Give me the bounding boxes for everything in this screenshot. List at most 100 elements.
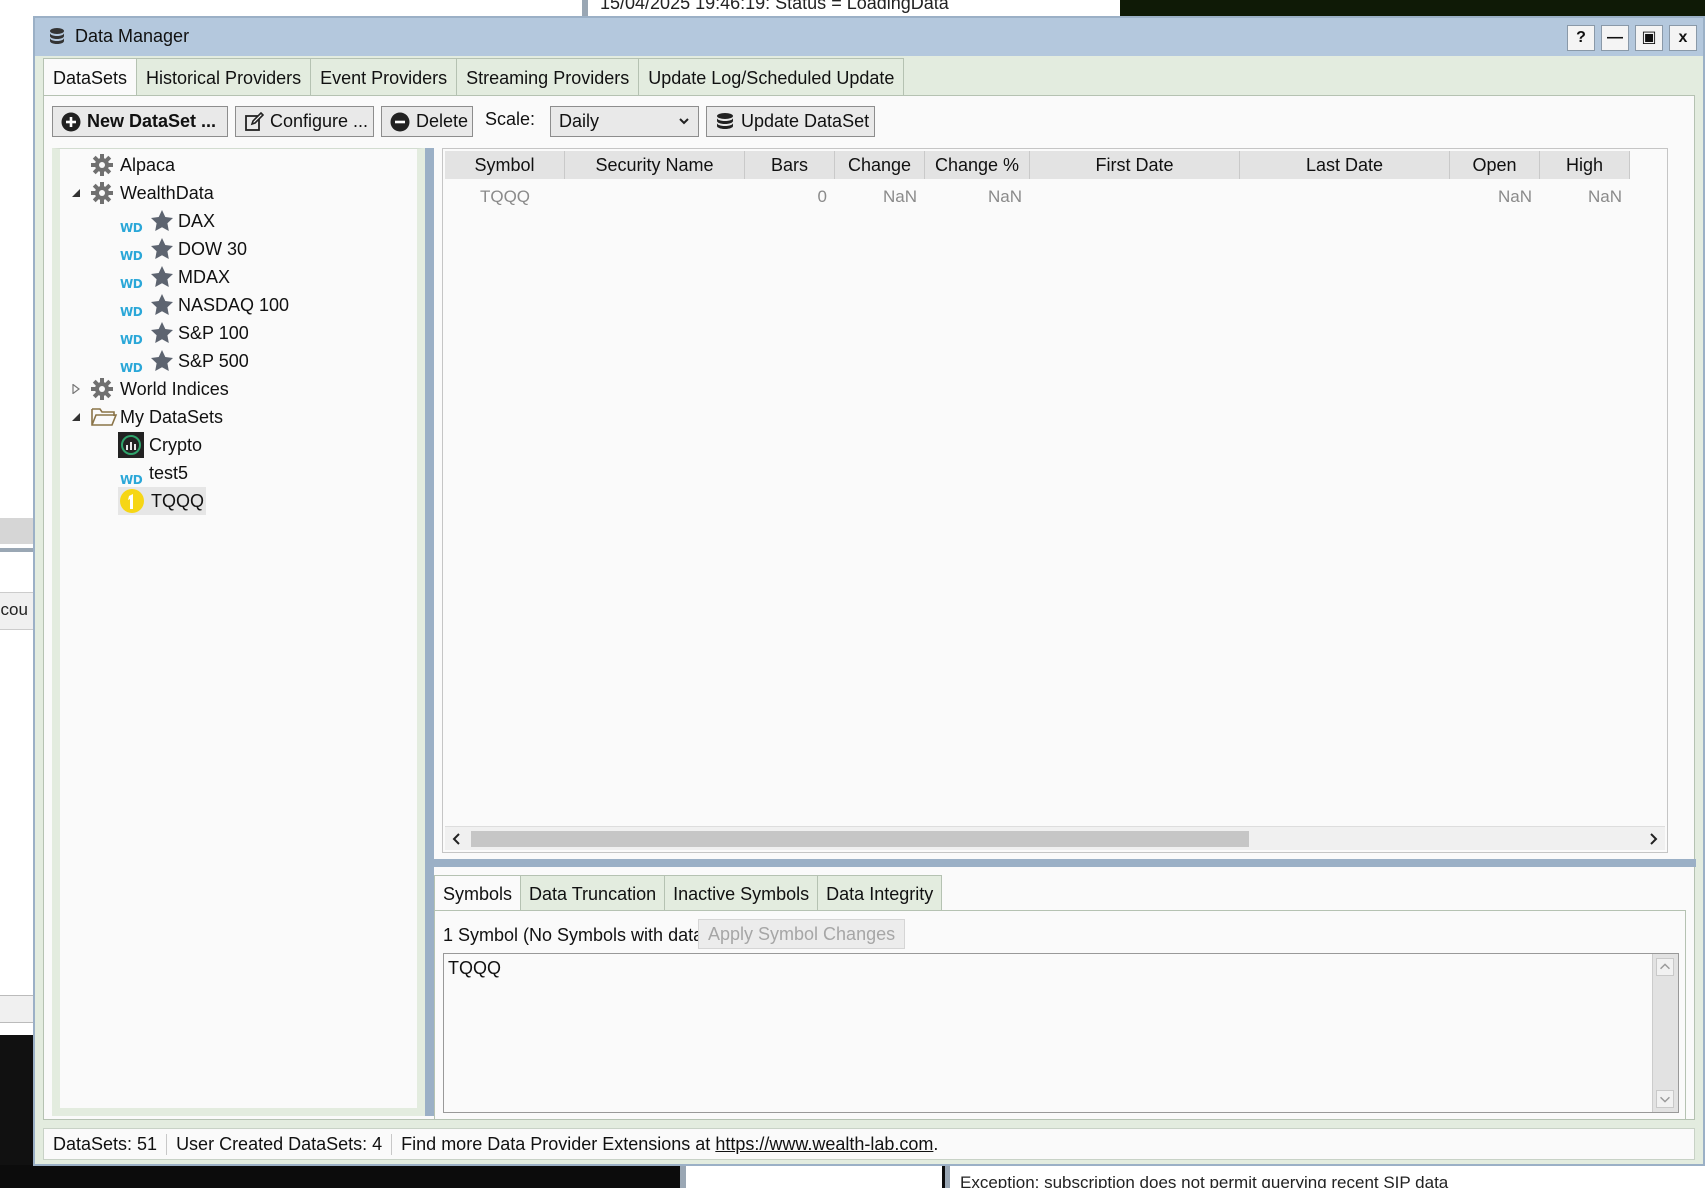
tab-historical-providers[interactable]: Historical Providers (136, 58, 312, 96)
column-header-high[interactable]: High (1540, 151, 1630, 179)
symbols-textarea[interactable]: TQQQ (443, 953, 1679, 1113)
tree-item-label: Alpaca (120, 155, 176, 175)
scroll-left-icon[interactable] (449, 831, 465, 847)
column-header-security-name[interactable]: Security Name (565, 151, 745, 179)
background-left-text: ccou (0, 600, 28, 619)
plus-circle-icon (61, 112, 81, 132)
tab-data-integrity[interactable]: Data Integrity (817, 875, 943, 911)
gear-icon (91, 182, 113, 204)
tree-item-tqqq[interactable]: TQQQ (60, 487, 417, 515)
tree-item-dow-30[interactable]: WD DOW 30 (60, 235, 417, 263)
cell-symbol: TQQQ (479, 187, 531, 206)
tree-item-my-datasets[interactable]: My DataSets (60, 403, 417, 431)
horizontal-splitter[interactable] (434, 859, 1696, 867)
scale-select[interactable]: Daily (550, 106, 699, 137)
delete-button[interactable]: Delete (381, 106, 473, 137)
title-bar[interactable]: Data Manager ? — ▣ x (35, 18, 1703, 56)
vertical-scrollbar[interactable] (1652, 954, 1678, 1112)
tree-item-label: My DataSets (120, 407, 224, 427)
column-header-change[interactable]: Change (835, 151, 925, 179)
background-error-text: Exception: subscription does not permit … (960, 1173, 1449, 1188)
datasets-content: New DataSet ... Configure ... Delete Sca… (43, 95, 1696, 1120)
tab-event-providers[interactable]: Event Providers (310, 58, 458, 96)
delete-label: Delete (416, 111, 469, 131)
symbol-count: 1 Symbol (No Symbols with data) (443, 925, 710, 945)
dataset-tree[interactable]: Alpaca WealthData WD DAX WD DOW 30 WD MD… (52, 148, 425, 1116)
tree-item-crypto[interactable]: Crypto (60, 431, 417, 459)
star-icon (151, 210, 173, 231)
tab-data-truncation[interactable]: Data Truncation (520, 875, 666, 911)
tree-item-world-indices[interactable]: World Indices (60, 375, 417, 403)
cell-security-name (565, 183, 745, 211)
cell-first-date (1030, 183, 1240, 211)
scroll-down-icon[interactable] (1656, 1090, 1674, 1108)
column-header-open[interactable]: Open (1450, 151, 1540, 179)
tree-item-sp-500[interactable]: WD S&P 500 (60, 347, 417, 375)
update-dataset-button[interactable]: Update DataSet (706, 106, 875, 137)
expanded-arrow-icon[interactable] (71, 412, 81, 422)
crypto-icon (118, 432, 144, 458)
star-icon (151, 266, 173, 287)
scale-label: Scale: (485, 109, 536, 129)
column-header-last-date[interactable]: Last Date (1240, 151, 1450, 179)
table-row[interactable]: TQQQ 0 NaN NaN NaN NaN (445, 183, 1630, 211)
tree-item-dax[interactable]: WD DAX (60, 207, 417, 235)
background-error-window: Exception: subscription does not permit … (945, 1165, 1705, 1188)
folder-open-icon (91, 408, 118, 426)
tree-item-label: WealthData (120, 183, 214, 203)
main-tabs: DataSets Historical Providers Event Prov… (43, 58, 905, 98)
scroll-right-icon[interactable] (1645, 831, 1661, 847)
minus-circle-icon (390, 112, 410, 132)
database-icon (717, 113, 733, 129)
close-button[interactable]: x (1669, 25, 1697, 51)
configure-label: Configure ... (270, 111, 369, 131)
tree-item-label: S&P 500 (178, 351, 249, 371)
tree-item-test5[interactable]: WD test5 (60, 459, 417, 487)
tree-item-label: Crypto (149, 435, 203, 455)
data-manager-window: Data Manager ? — ▣ x DataSets Historical… (33, 16, 1705, 1166)
tree-item-mdax[interactable]: WD MDAX (60, 263, 417, 291)
tree-item-nasdaq-100[interactable]: WD NASDAQ 100 (60, 291, 417, 319)
tab-inactive-symbols[interactable]: Inactive Symbols (664, 875, 819, 911)
gear-icon (91, 378, 113, 400)
tree-item-label: DOW 30 (178, 239, 248, 259)
horizontal-scrollbar[interactable] (445, 826, 1665, 850)
tab-update-log[interactable]: Update Log/Scheduled Update (638, 58, 905, 96)
wealth-lab-link[interactable]: https://www.wealth-lab.com (715, 1134, 933, 1154)
collapsed-arrow-icon[interactable] (71, 384, 81, 394)
scrollbar-thumb[interactable] (471, 831, 1249, 847)
tree-item-alpaca[interactable]: Alpaca (60, 151, 417, 179)
star-icon (151, 238, 173, 259)
scroll-up-icon[interactable] (1656, 958, 1674, 976)
cell-change: NaN (882, 187, 917, 206)
tree-item-sp-100[interactable]: WD S&P 100 (60, 319, 417, 347)
sub-tabs: Symbols Data Truncation Inactive Symbols… (434, 875, 943, 911)
background-log-text: 15/04/2025 19:46:19: Status = LoadingDat… (600, 0, 949, 13)
tab-datasets[interactable]: DataSets (43, 58, 138, 98)
tab-streaming-providers[interactable]: Streaming Providers (456, 58, 640, 96)
find-more-text: Find more Data Provider Extensions at ht… (401, 1133, 939, 1154)
column-header-symbol[interactable]: Symbol (445, 151, 565, 179)
apply-symbol-changes-button[interactable]: Apply Symbol Changes (698, 919, 906, 949)
help-button[interactable]: ? (1567, 25, 1595, 51)
configure-button[interactable]: Configure ... (235, 106, 374, 137)
symbols-panel: 1 Symbol (No Symbols with data) Apply Sy… (434, 910, 1686, 1120)
star-icon (151, 294, 173, 315)
vertical-splitter[interactable] (425, 148, 434, 1116)
tree-item-wealthdata[interactable]: WealthData (60, 179, 417, 207)
expanded-arrow-icon[interactable] (71, 188, 81, 198)
symbols-grid[interactable]: Symbol Security Name Bars Change Change … (442, 148, 1668, 853)
tree-item-label: TQQQ (149, 487, 206, 515)
cell-open: NaN (1497, 187, 1532, 206)
column-header-change-pct[interactable]: Change % (925, 151, 1030, 179)
star-icon (151, 350, 173, 371)
minimize-button[interactable]: — (1601, 25, 1629, 51)
new-dataset-button[interactable]: New DataSet ... (52, 106, 228, 137)
column-header-first-date[interactable]: First Date (1030, 151, 1240, 179)
tree-item-label: MDAX (178, 267, 231, 287)
tab-symbols[interactable]: Symbols (434, 875, 522, 911)
status-bar: DataSets: 51 User Created DataSets: 4 Fi… (43, 1128, 1695, 1160)
maximize-button[interactable]: ▣ (1635, 25, 1663, 51)
cell-change-pct: NaN (987, 187, 1022, 206)
column-header-bars[interactable]: Bars (745, 151, 835, 179)
